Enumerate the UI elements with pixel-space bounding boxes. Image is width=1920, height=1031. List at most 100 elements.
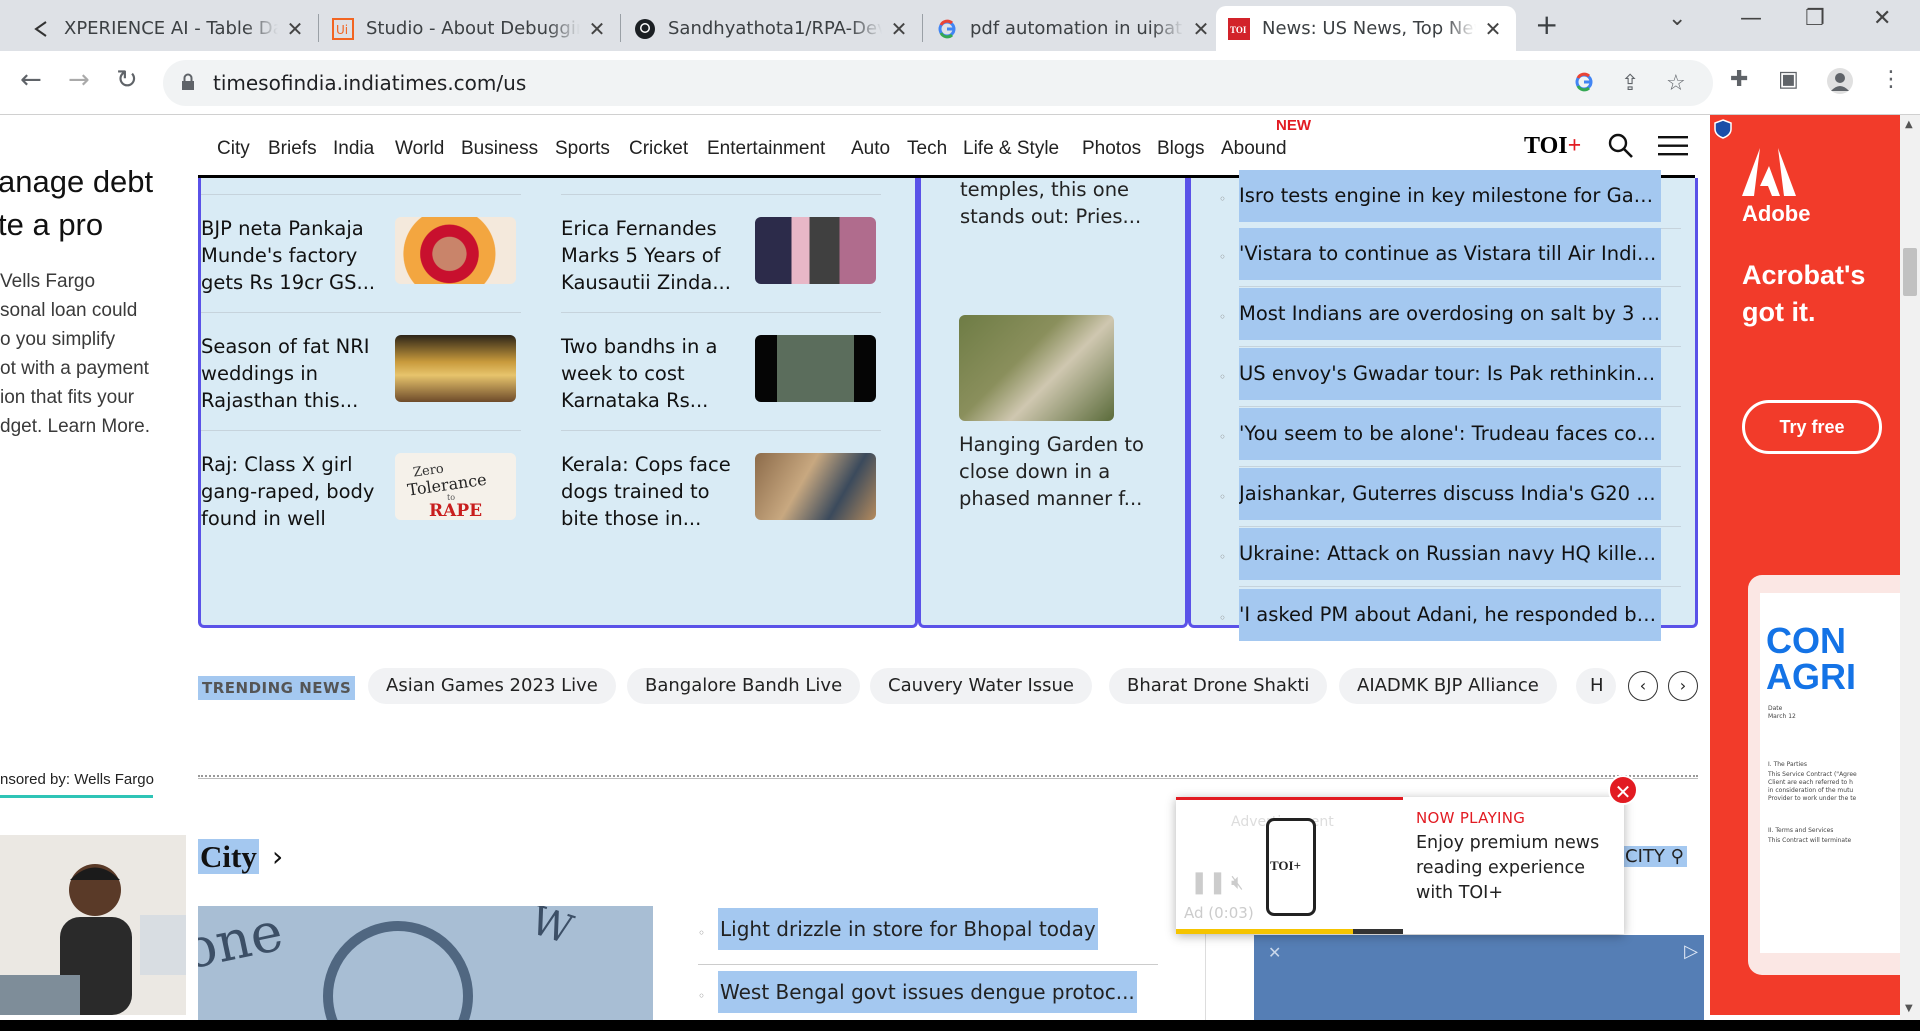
close-popup-button[interactable]: ✕ bbox=[1608, 775, 1638, 805]
nav-life-style[interactable]: Life & Style bbox=[963, 138, 1059, 160]
more-menu-icon[interactable]: ⋮ bbox=[1880, 67, 1902, 92]
back-button[interactable]: ← bbox=[20, 65, 42, 95]
bottom-ad-banner[interactable]: ✕ ▷ bbox=[1254, 935, 1704, 1020]
city-lead-image[interactable]: one W bbox=[198, 906, 653, 1020]
bookmark-star-icon[interactable]: ☆ bbox=[1666, 71, 1686, 96]
tab-title: News: US News, Top New bbox=[1262, 18, 1476, 39]
doc-line: March 12 bbox=[1768, 713, 1796, 720]
now-playing-popup[interactable]: Advertisement TOI+ ❚❚ 🔇︎ Ad (0:03) NOW P… bbox=[1176, 775, 1638, 934]
headline-item[interactable]: ◦ Most Indians are overdosing on salt by … bbox=[1219, 288, 1687, 348]
new-tab-button[interactable]: + bbox=[1535, 8, 1558, 41]
nav-blogs[interactable]: Blogs bbox=[1157, 138, 1205, 160]
restore-button[interactable]: ❐ bbox=[1805, 6, 1825, 31]
tab-xperience[interactable]: XPERIENCE AI - Table Data ✕ bbox=[18, 6, 318, 51]
city-section-heading[interactable]: City bbox=[198, 839, 259, 875]
adchoices-icon[interactable]: ▷ bbox=[1684, 941, 1698, 962]
ad-headline: anage debt te a pro bbox=[0, 164, 154, 242]
story-title[interactable]: Hanging Garden to close down in a phased… bbox=[959, 431, 1159, 512]
scrollbar-thumb[interactable] bbox=[1903, 248, 1917, 296]
chevron-right-icon[interactable]: › bbox=[272, 840, 283, 873]
nav-cricket[interactable]: Cricket bbox=[629, 138, 688, 160]
adobe-acrobat-ad[interactable]: Adobe Acrobat's got it. Try free CON AGR… bbox=[1710, 115, 1900, 1015]
video-progress-bar[interactable] bbox=[1176, 929, 1403, 934]
headline-item[interactable]: ◦ Isro tests engine in key milestone for … bbox=[1219, 170, 1687, 230]
story-card[interactable]: BJP neta Pankaja Munde's factory gets Rs… bbox=[201, 194, 521, 310]
toi-navigation: City Briefs India World Business Sports … bbox=[198, 115, 1695, 178]
hamburger-menu-icon[interactable] bbox=[1658, 135, 1688, 161]
trending-chip[interactable]: Cauvery Water Issue bbox=[870, 668, 1092, 704]
trending-chip[interactable]: H bbox=[1576, 668, 1616, 704]
close-icon[interactable]: ✕ bbox=[1268, 943, 1281, 962]
scroll-right-icon[interactable]: › bbox=[1668, 671, 1698, 701]
page-scrollbar[interactable]: ▲ ▼ bbox=[1900, 115, 1920, 1020]
tab-github[interactable]: Sandhyathota1/RPA-Deve ✕ bbox=[622, 6, 922, 51]
headline-item[interactable]: ◦ 'I asked PM about Adani, he responded b… bbox=[1219, 589, 1687, 649]
nav-auto[interactable]: Auto bbox=[851, 138, 890, 160]
story-card[interactable]: Two bandhs in a week to cost Karnataka R… bbox=[561, 312, 881, 428]
side-panel-icon[interactable]: ▣ bbox=[1778, 67, 1799, 92]
nav-entertainment[interactable]: Entertainment bbox=[707, 138, 825, 160]
nav-city[interactable]: City bbox=[217, 138, 250, 160]
headline-item[interactable]: ◦ Jaishankar, Guterres discuss India's G2… bbox=[1219, 468, 1687, 528]
city-story-item[interactable]: ◦ Light drizzle in store for Bhopal today bbox=[698, 908, 1158, 966]
trending-chip[interactable]: AIADMK BJP Alliance bbox=[1339, 668, 1557, 704]
share-icon[interactable]: ⇪ bbox=[1621, 71, 1639, 96]
forward-button[interactable]: → bbox=[68, 65, 90, 95]
nav-sports[interactable]: Sports bbox=[555, 138, 610, 160]
mute-icon[interactable]: 🔇︎ bbox=[1231, 870, 1244, 894]
story-card[interactable]: Erica Fernandes Marks 5 Years of Kausaut… bbox=[201, 312, 521, 428]
search-icon[interactable] bbox=[1608, 133, 1634, 163]
nav-tech[interactable]: Tech bbox=[907, 138, 947, 160]
nav-business[interactable]: Business bbox=[461, 138, 538, 160]
nav-abound[interactable]: Abound bbox=[1221, 138, 1287, 160]
scroll-up-arrow-icon[interactable]: ▲ bbox=[1905, 119, 1913, 130]
tab-uipath-studio[interactable]: Ui Studio - About Debugging ✕ bbox=[320, 6, 620, 51]
story-card[interactable]: Raj: Class X girl gang-raped, body found… bbox=[201, 430, 521, 546]
ad-countdown: Ad (0:03) bbox=[1184, 904, 1254, 922]
nav-briefs[interactable]: Briefs bbox=[268, 138, 317, 160]
address-bar[interactable]: timesofindia.indiatimes.com/us ⇪ ☆ bbox=[163, 60, 1713, 106]
profile-avatar-icon[interactable] bbox=[1826, 67, 1854, 101]
close-icon[interactable]: ✕ bbox=[586, 17, 608, 41]
story-title-fragment[interactable]: temples, this one stands out: Pries... bbox=[960, 176, 1160, 230]
scroll-down-arrow-icon[interactable]: ▼ bbox=[1905, 1003, 1913, 1014]
story-card[interactable]: Kerala: Cops face dogs trained to bite t… bbox=[561, 430, 881, 546]
scroll-left-icon[interactable]: ‹ bbox=[1628, 671, 1658, 701]
headline-item[interactable]: ◦ 'You seem to be alone': Trudeau faces c… bbox=[1219, 408, 1687, 468]
close-icon[interactable]: ✕ bbox=[284, 17, 306, 41]
reload-button[interactable]: ↻ bbox=[116, 65, 138, 95]
nav-photos[interactable]: Photos bbox=[1082, 138, 1141, 160]
adobe-tagline: Acrobat's got it. bbox=[1742, 260, 1866, 327]
story-thumbnail bbox=[395, 217, 516, 284]
google-lens-icon[interactable] bbox=[1573, 71, 1595, 99]
trending-chip[interactable]: Bangalore Bandh Live bbox=[627, 668, 861, 704]
tab-google-search[interactable]: pdf automation in uipath ✕ bbox=[924, 6, 1224, 51]
toi-icon: TOI bbox=[1228, 17, 1250, 40]
left-sponsored-ad[interactable]: anage debt te a pro Vells Fargo sonal lo… bbox=[0, 115, 190, 1020]
tab-search-chevron-icon[interactable]: ⌄ bbox=[1668, 6, 1686, 31]
headline-item[interactable]: ◦ Ukraine: Attack on Russian navy HQ kill… bbox=[1219, 528, 1687, 588]
video-player[interactable]: Advertisement TOI+ ❚❚ 🔇︎ Ad (0:03) bbox=[1176, 797, 1403, 934]
try-free-button[interactable]: Try free bbox=[1742, 400, 1882, 454]
city-story-item[interactable]: ◦ West Bengal govt issues dengue protoc..… bbox=[698, 971, 1158, 1020]
tab-title: Sandhyathota1/RPA-Deve bbox=[668, 18, 882, 39]
extensions-puzzle-icon[interactable]: ✚ bbox=[1730, 67, 1748, 92]
headline-item[interactable]: ◦ US envoy's Gwadar tour: Is Pak rethinki… bbox=[1219, 348, 1687, 408]
toi-plus-logo[interactable]: TOI+ bbox=[1524, 133, 1581, 160]
tab-toi-news[interactable]: TOI News: US News, Top New ✕ bbox=[1216, 6, 1516, 51]
nav-india[interactable]: India bbox=[333, 138, 374, 160]
close-window-button[interactable]: ✕ bbox=[1873, 6, 1891, 31]
nav-world[interactable]: World bbox=[395, 138, 444, 160]
city-selector[interactable]: CITY ⚲ bbox=[1622, 846, 1687, 867]
close-icon[interactable]: ✕ bbox=[1482, 17, 1504, 41]
close-icon[interactable]: ✕ bbox=[1190, 17, 1212, 41]
story-card[interactable]: Erica Fernandes Marks 5 Years of Kausaut… bbox=[561, 194, 881, 310]
hanging-garden-image[interactable] bbox=[959, 315, 1114, 421]
trending-chip[interactable]: Asian Games 2023 Live bbox=[368, 668, 616, 704]
headline-item[interactable]: ◦ 'Vistara to continue as Vistara till Ai… bbox=[1219, 228, 1687, 288]
close-icon[interactable]: ✕ bbox=[888, 17, 910, 41]
trending-chip[interactable]: Bharat Drone Shakti bbox=[1109, 668, 1328, 704]
headlines-panel: ◦ Isro tests engine in key milestone for … bbox=[1188, 170, 1698, 641]
pause-icon[interactable]: ❚❚ bbox=[1190, 870, 1227, 895]
minimize-button[interactable]: — bbox=[1740, 6, 1762, 31]
